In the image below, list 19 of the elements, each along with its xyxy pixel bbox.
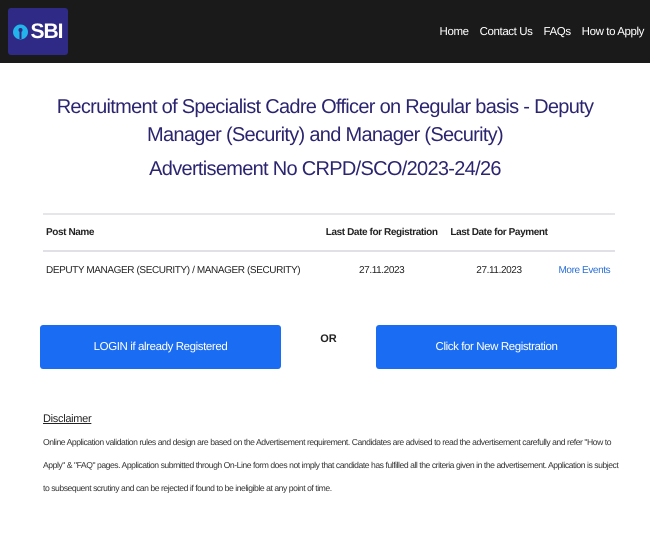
page-title: Recruitment of Specialist Cadre Officer on Regular basis - Deputy Manager (Security) and Manager (Security) <box>56 95 595 148</box>
nav-link[interactable]: How to Apply <box>582 26 644 38</box>
column-header: Last Date for Registration <box>319 214 444 251</box>
login-button[interactable]: LOGIN if already Registered <box>40 325 281 369</box>
registration-button[interactable]: Click for New Registration <box>376 325 617 369</box>
nav-link[interactable]: FAQs <box>544 26 571 38</box>
more-events-link[interactable]: More Events <box>558 265 610 276</box>
table-cell: DEPUTY MANAGER (SECURITY) / MANAGER (SECURITY) <box>43 251 320 289</box>
column-header: Post Name <box>43 214 320 251</box>
table-cell: 27.11.2023 <box>444 251 554 289</box>
disclaimer-heading: Disclaimer <box>43 413 92 425</box>
nav-link[interactable]: Home <box>440 26 469 38</box>
column-header: Last Date for Payment <box>444 214 554 251</box>
advertisement-number: Advertisement No CRPD/SCO/2023-24/26 <box>148 157 502 182</box>
or-separator: OR <box>320 333 337 345</box>
disclaimer-text: Online Application validation rules and design are based on the Advertisement requirement. Candidates are advised to read the advertisement carefully and refer "How to Apply" & "FAQ" pages. Application submitted through On-Line form does not imply that candidate has fulfilled all the criteria given in the advertisement. Application is subject to subsequent scrutiny and can be rejected if found to be ineligible at any point of time. <box>43 436 620 495</box>
sbi-logo[interactable]: SBI <box>8 8 68 55</box>
table-cell: 27.11.2023 <box>319 251 444 289</box>
nav-link[interactable]: Contact Us <box>480 26 533 38</box>
